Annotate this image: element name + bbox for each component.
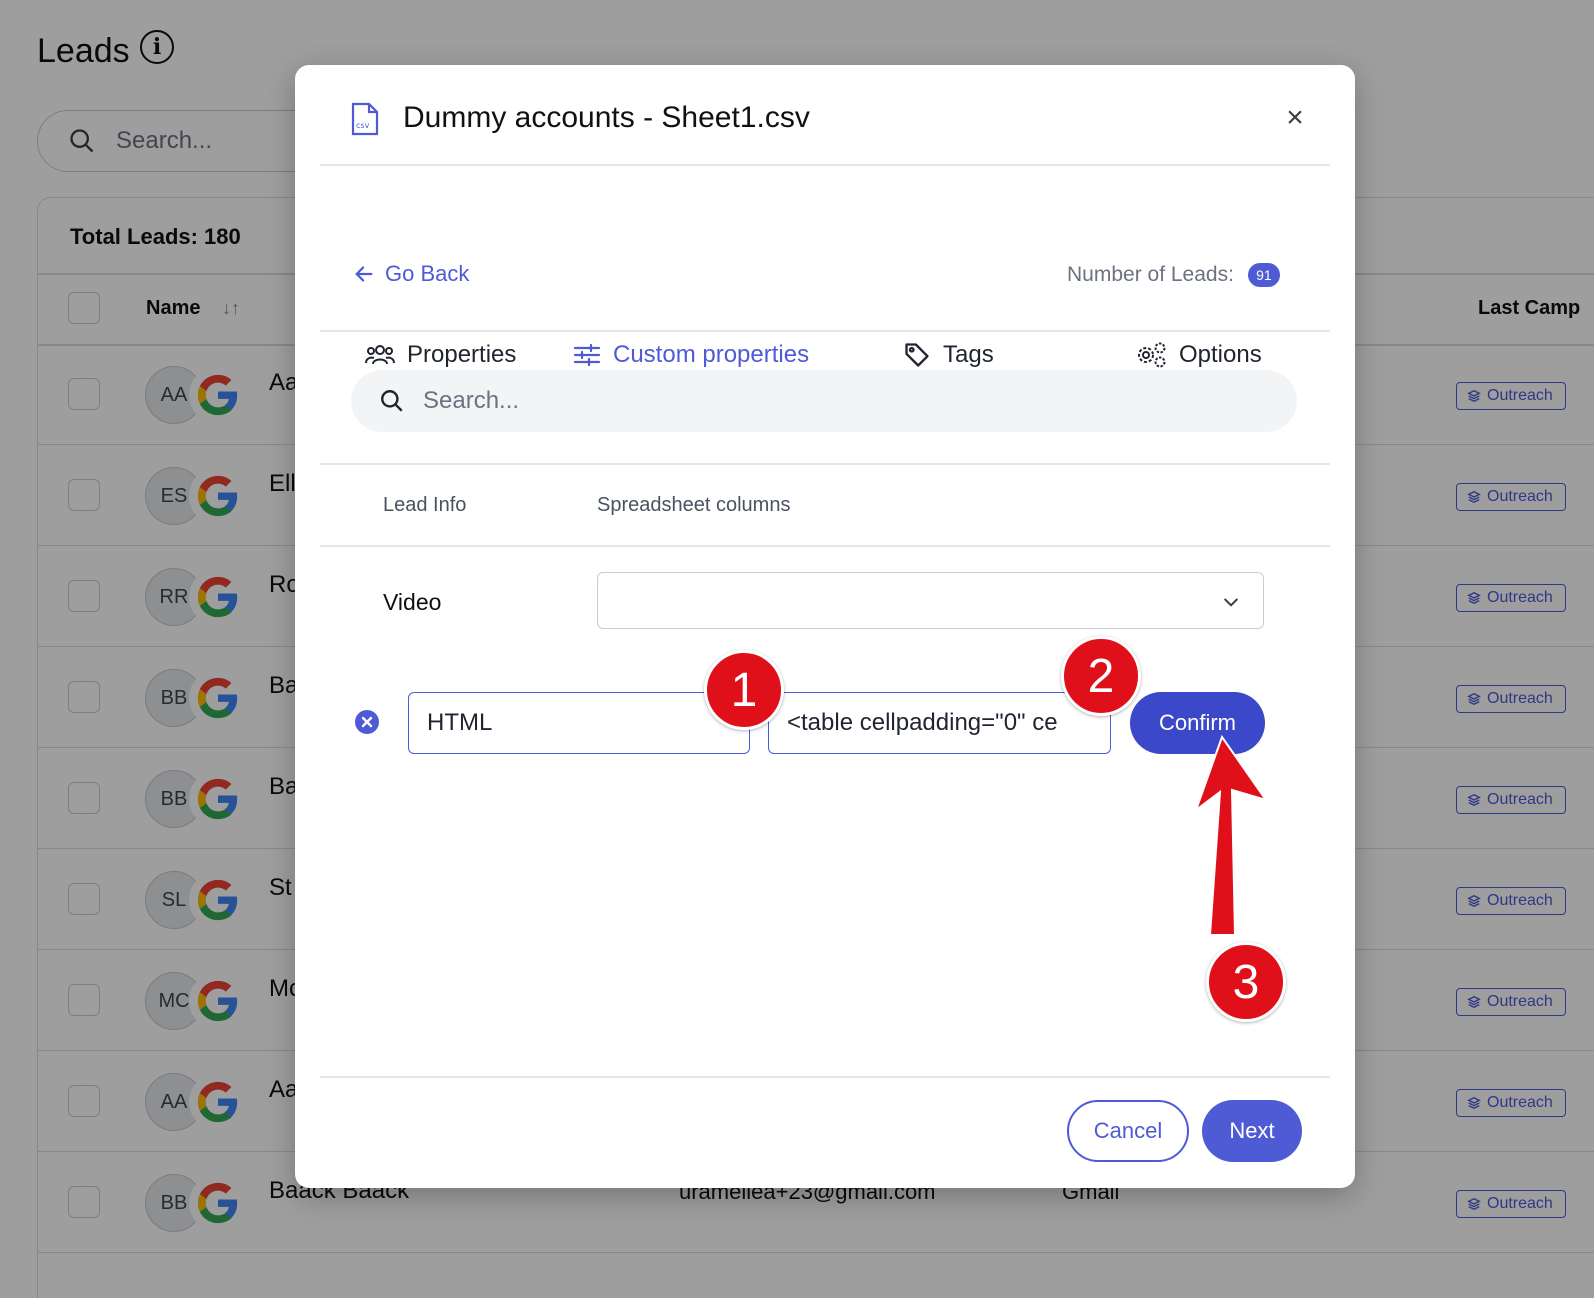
mapping-label-video: Video bbox=[383, 589, 442, 615]
tab-label: Tags bbox=[943, 341, 994, 368]
confirm-button[interactable]: Confirm bbox=[1130, 692, 1265, 754]
remove-custom-property-icon[interactable] bbox=[355, 710, 379, 734]
tab-tags[interactable]: Tags bbox=[903, 341, 994, 369]
divider bbox=[320, 330, 1330, 332]
step-marker-3: 3 bbox=[1206, 942, 1286, 1022]
step-marker-2: 2 bbox=[1061, 636, 1141, 716]
tab-custom-properties[interactable]: Custom properties bbox=[573, 341, 809, 369]
csv-file-icon: csv bbox=[351, 102, 379, 136]
search-icon bbox=[381, 390, 403, 412]
sliders-icon bbox=[573, 343, 601, 367]
custom-properties-search[interactable] bbox=[351, 370, 1297, 432]
number-of-leads-badge: 91 bbox=[1247, 263, 1280, 287]
cancel-button[interactable]: Cancel bbox=[1067, 1100, 1189, 1162]
users-icon bbox=[365, 345, 395, 365]
tab-label: Options bbox=[1179, 341, 1262, 368]
close-icon[interactable]: × bbox=[1280, 101, 1310, 134]
video-column-select[interactable] bbox=[597, 572, 1264, 629]
tab-options[interactable]: Options bbox=[1135, 341, 1262, 369]
column-header-lead-info: Lead Info bbox=[383, 494, 467, 516]
search-input[interactable] bbox=[423, 387, 1273, 415]
go-back-link[interactable]: Go Back bbox=[353, 261, 469, 287]
svg-text:csv: csv bbox=[356, 121, 370, 130]
number-of-leads: Number of Leads: 91 bbox=[1067, 263, 1280, 287]
tab-label: Custom properties bbox=[613, 341, 810, 368]
arrow-left-icon bbox=[355, 266, 373, 282]
chevron-down-icon bbox=[1224, 598, 1238, 607]
modal-title: Dummy accounts - Sheet1.csv bbox=[403, 101, 810, 134]
step-marker-1: 1 bbox=[704, 650, 784, 730]
tag-icon bbox=[905, 343, 929, 367]
custom-property-column-input[interactable] bbox=[768, 692, 1111, 754]
next-button[interactable]: Next bbox=[1202, 1100, 1302, 1162]
import-csv-modal: csv Dummy accounts - Sheet1.csv × Go Bac… bbox=[295, 65, 1355, 1188]
tab-label: Properties bbox=[407, 341, 517, 368]
gears-icon bbox=[1138, 342, 1166, 368]
divider bbox=[320, 164, 1330, 166]
number-of-leads-label: Number of Leads: bbox=[1067, 263, 1234, 286]
custom-property-name-input[interactable] bbox=[408, 692, 750, 754]
divider bbox=[320, 463, 1330, 465]
tab-properties[interactable]: Properties bbox=[365, 341, 516, 369]
divider bbox=[320, 545, 1330, 547]
column-header-spreadsheet-columns: Spreadsheet columns bbox=[597, 494, 791, 516]
go-back-label: Go Back bbox=[385, 261, 470, 286]
divider bbox=[320, 1076, 1330, 1078]
